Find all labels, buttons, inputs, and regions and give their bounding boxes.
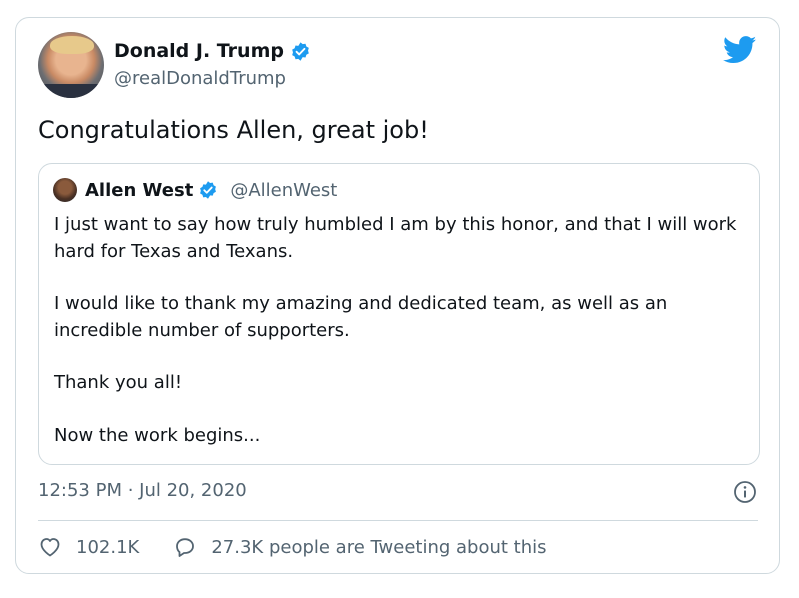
tweet-timestamp[interactable]: 12:53 PM · Jul 20, 2020 [38, 480, 247, 501]
avatar-suit [38, 84, 104, 98]
speech-bubble-icon[interactable] [173, 535, 197, 559]
author-name-row: Donald J. Trump [114, 40, 311, 62]
heart-icon[interactable] [38, 535, 62, 559]
quoted-tweet-header: Allen West @AllenWest [53, 178, 337, 202]
author-handle[interactable]: @realDonaldTrump [114, 68, 286, 89]
tweet-card[interactable]: Donald J. Trump @realDonaldTrump Congrat… [15, 17, 780, 574]
like-stat[interactable]: 102.1K [38, 535, 139, 559]
quoted-author-name[interactable]: Allen West [85, 180, 193, 201]
verified-badge-icon [200, 181, 217, 199]
quoted-paragraph: Thank you all! [54, 372, 183, 393]
twitter-bird-icon[interactable] [723, 36, 757, 64]
reply-stat[interactable]: 27.3K people are Tweeting about this [173, 535, 547, 559]
quoted-tweet[interactable]: Allen West @AllenWest I just want to say… [38, 163, 760, 465]
quoted-author-handle[interactable]: @AllenWest [230, 180, 337, 201]
avatar-hair [50, 36, 94, 54]
tweet-text: Congratulations Allen, great job! [38, 116, 429, 144]
quoted-paragraph: I would like to thank my amazing and ded… [54, 293, 668, 341]
tweet-stats: 102.1K 27.3K people are Tweeting about t… [38, 535, 547, 559]
divider [38, 520, 758, 521]
author-avatar[interactable] [38, 32, 104, 98]
like-count: 102.1K [76, 536, 140, 558]
quoted-paragraph: Now the work begins... [54, 424, 261, 446]
info-icon[interactable] [733, 480, 757, 504]
verified-badge-icon [292, 41, 309, 61]
quoted-tweet-body: I just want to say how truly humbled I a… [54, 212, 754, 449]
quoted-paragraph: I just want to say how truly humbled I a… [54, 214, 737, 262]
tweeting-about-text: 27.3K people are Tweeting about this [211, 536, 547, 558]
quoted-author-avatar[interactable] [53, 178, 77, 202]
author-name[interactable]: Donald J. Trump [114, 40, 284, 62]
